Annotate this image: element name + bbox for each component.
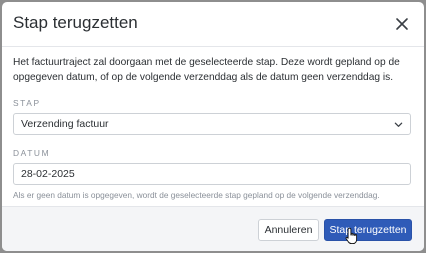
close-button[interactable] xyxy=(393,15,411,33)
modal-footer: Annuleren Stap terugzetten xyxy=(2,206,424,251)
chevron-down-icon xyxy=(394,122,403,127)
stap-select-value: Verzending factuur xyxy=(21,118,109,130)
hand-pointer-icon xyxy=(345,227,358,245)
reset-step-dialog: Stap terugzetten Het factuurtraject zal … xyxy=(2,2,424,251)
cancel-button[interactable]: Annuleren xyxy=(258,219,319,241)
datum-label: DATUM xyxy=(13,148,51,158)
datum-input[interactable]: 28-02-2025 xyxy=(13,163,411,185)
modal-title: Stap terugzetten xyxy=(13,13,138,32)
modal-header: Stap terugzetten xyxy=(2,2,424,47)
datum-hint: Als er geen datum is opgegeven, wordt de… xyxy=(13,190,380,200)
stap-select[interactable]: Verzending factuur xyxy=(13,113,411,135)
stap-label: STAP xyxy=(13,98,41,108)
close-icon xyxy=(396,18,408,30)
reset-step-button[interactable]: Stap terugzetten xyxy=(324,219,412,241)
modal-description: Het factuurtraject zal doorgaan met de g… xyxy=(13,57,400,83)
modal-body: Het factuurtraject zal doorgaan met de g… xyxy=(2,47,424,200)
